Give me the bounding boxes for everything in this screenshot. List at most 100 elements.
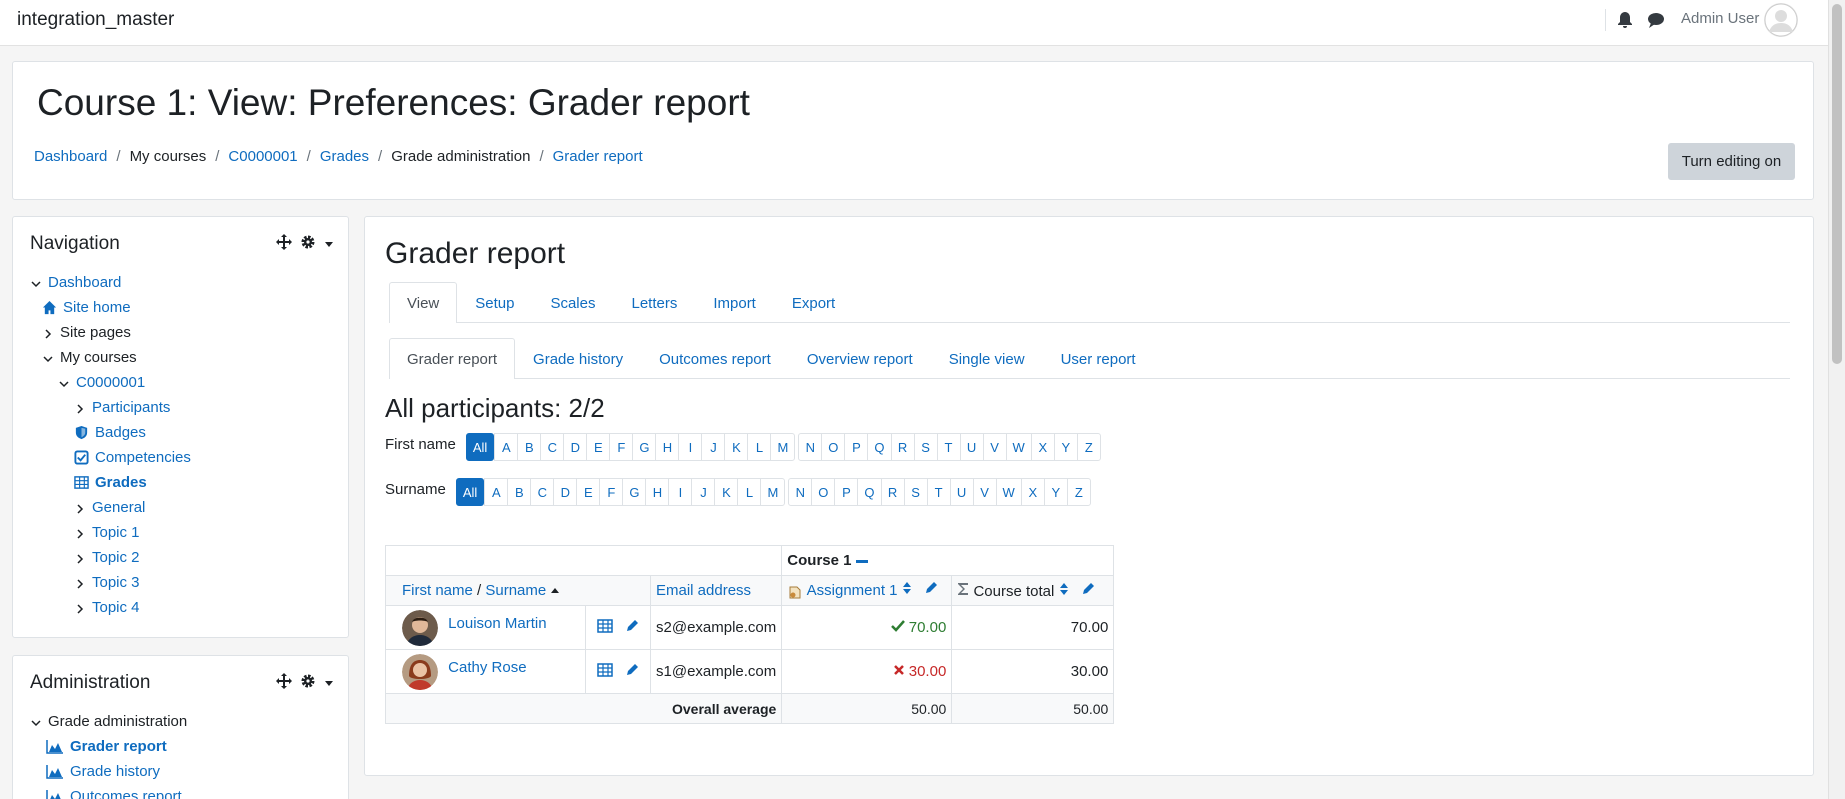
initial-button[interactable]: M	[770, 433, 796, 461]
tab-scales[interactable]: Scales	[532, 282, 613, 323]
tab-single-view[interactable]: Single view	[931, 338, 1043, 379]
pencil-icon[interactable]	[625, 663, 639, 681]
nav-item-general[interactable]: General	[74, 499, 145, 516]
initial-button[interactable]: L	[737, 478, 762, 506]
initial-button[interactable]: V	[982, 433, 1007, 461]
admin-item-grade-history[interactable]: Grade history	[46, 763, 160, 780]
sort-surname-link[interactable]: Surname	[485, 582, 546, 599]
nav-label[interactable]: Participants	[92, 399, 170, 416]
initial-button[interactable]: K	[724, 433, 749, 461]
nav-label[interactable]: Topic 2	[92, 549, 140, 566]
initial-button[interactable]: L	[747, 433, 772, 461]
move-icon[interactable]	[276, 234, 292, 254]
initial-button[interactable]: Q	[857, 478, 882, 506]
nav-label[interactable]: Topic 4	[92, 599, 140, 616]
tab-import[interactable]: Import	[695, 282, 774, 323]
initial-button[interactable]: O	[821, 433, 846, 461]
initial-button[interactable]: J	[701, 433, 726, 461]
nav-label[interactable]: C0000001	[76, 374, 145, 391]
nav-label[interactable]: Site home	[63, 299, 131, 316]
nav-item-competencies[interactable]: Competencies	[74, 449, 191, 466]
sort-toggle-icon[interactable]	[1059, 582, 1069, 600]
initial-button[interactable]: I	[668, 478, 693, 506]
initial-button[interactable]: U	[949, 478, 974, 506]
initial-button[interactable]: D	[553, 478, 578, 506]
initial-button[interactable]: A	[484, 478, 509, 506]
chevron-down-icon[interactable]	[324, 236, 334, 253]
course-total-cell[interactable]: 70.00	[951, 605, 1115, 650]
initial-button[interactable]: Y	[1043, 478, 1068, 506]
initial-button[interactable]: T	[936, 433, 961, 461]
tab-letters[interactable]: Letters	[613, 282, 695, 323]
initial-button[interactable]: V	[972, 478, 997, 506]
initial-button[interactable]: M	[760, 478, 786, 506]
assignment-grade-cell[interactable]: 70.00	[781, 605, 953, 650]
assignment-grade-cell[interactable]: 30.00	[781, 649, 953, 694]
move-icon[interactable]	[276, 673, 292, 693]
tab-grade-history[interactable]: Grade history	[515, 338, 641, 379]
initial-button[interactable]: X	[1020, 478, 1045, 506]
tab-setup[interactable]: Setup	[457, 282, 532, 323]
initial-button[interactable]: R	[890, 433, 915, 461]
initial-button[interactable]: R	[880, 478, 905, 506]
initial-button[interactable]: O	[811, 478, 836, 506]
tab-export[interactable]: Export	[774, 282, 853, 323]
initial-button[interactable]: C	[540, 433, 565, 461]
initial-button[interactable]: B	[517, 433, 542, 461]
chevron-down-icon[interactable]	[324, 675, 334, 692]
initial-button[interactable]: E	[576, 478, 601, 506]
initial-button[interactable]: F	[599, 478, 624, 506]
nav-label[interactable]: Topic 1	[92, 524, 140, 541]
sort-toggle-icon[interactable]	[902, 582, 912, 599]
nav-item-badges[interactable]: Badges	[74, 424, 146, 441]
initial-button[interactable]: P	[844, 433, 869, 461]
nav-item-site-pages[interactable]: Site pages	[42, 324, 131, 341]
tab-grader-report[interactable]: Grader report	[389, 338, 516, 379]
initial-all-button[interactable]: All	[465, 433, 495, 461]
avatar[interactable]	[402, 609, 438, 646]
initial-button[interactable]: P	[834, 478, 859, 506]
initial-button[interactable]: J	[691, 478, 716, 506]
turn-editing-on-button[interactable]: Turn editing on	[1668, 143, 1795, 180]
nav-item-topic-4[interactable]: Topic 4	[74, 599, 140, 616]
sort-firstname-link[interactable]: First name	[402, 582, 473, 599]
nav-item-grades[interactable]: Grades	[74, 474, 147, 491]
initial-button[interactable]: T	[926, 478, 951, 506]
nav-item-participants[interactable]: Participants	[74, 399, 170, 416]
admin-label[interactable]: Outcomes report	[70, 788, 182, 799]
nav-label[interactable]: Grades	[95, 474, 147, 491]
breadcrumb-grader-report[interactable]: Grader report	[553, 148, 643, 165]
tab-outcomes-report[interactable]: Outcomes report	[641, 338, 789, 379]
nav-item-topic-3[interactable]: Topic 3	[74, 574, 140, 591]
initial-button[interactable]: F	[609, 433, 634, 461]
nav-label[interactable]: Topic 3	[92, 574, 140, 591]
pencil-icon[interactable]	[625, 619, 639, 637]
nav-item-topic-1[interactable]: Topic 1	[74, 524, 140, 541]
bell-icon[interactable]	[1615, 10, 1635, 30]
admin-item-grader-report[interactable]: Grader report	[46, 738, 167, 755]
tab-user-report[interactable]: User report	[1043, 338, 1154, 379]
initial-button[interactable]: Q	[867, 433, 892, 461]
tab-view[interactable]: View	[389, 282, 458, 323]
initial-button[interactable]: K	[714, 478, 739, 506]
initial-button[interactable]: C	[530, 478, 555, 506]
gear-icon[interactable]	[300, 673, 316, 693]
nav-label[interactable]: General	[92, 499, 145, 516]
tab-overview-report[interactable]: Overview report	[789, 338, 931, 379]
initial-button[interactable]: Z	[1076, 433, 1101, 461]
admin-label[interactable]: Grader report	[70, 738, 167, 755]
nav-label[interactable]: Competencies	[95, 449, 191, 466]
initial-button[interactable]: I	[678, 433, 703, 461]
initial-button[interactable]: G	[622, 478, 647, 506]
initial-button[interactable]: H	[655, 433, 680, 461]
initial-button[interactable]: U	[959, 433, 984, 461]
chat-icon[interactable]	[1646, 10, 1666, 30]
admin-item-outcomes-report[interactable]: Outcomes report	[46, 788, 182, 799]
scrollbar-thumb[interactable]	[1832, 4, 1842, 364]
site-name-link[interactable]: integration_master	[17, 9, 174, 31]
initial-button[interactable]: X	[1030, 433, 1055, 461]
initial-button[interactable]: N	[798, 433, 823, 461]
initial-button[interactable]: N	[788, 478, 813, 506]
initial-button[interactable]: Y	[1053, 433, 1078, 461]
pencil-icon[interactable]	[1081, 582, 1095, 600]
